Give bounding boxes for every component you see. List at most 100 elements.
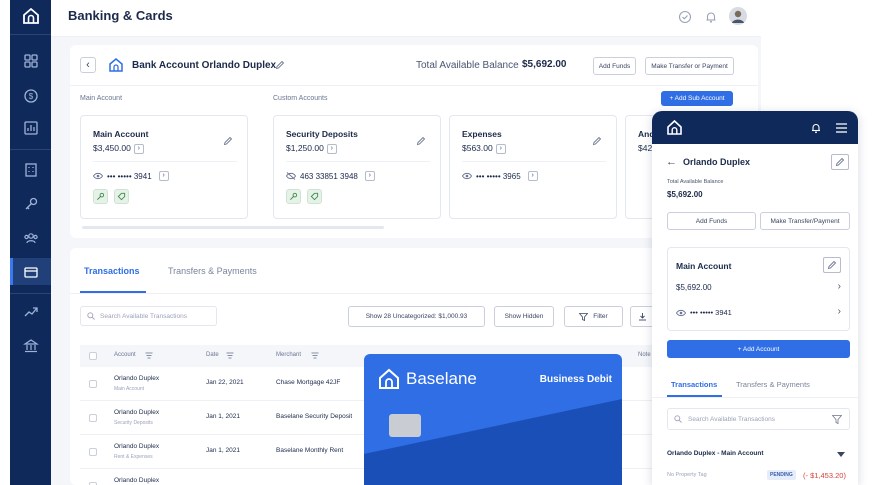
chevron-right-icon[interactable]: › — [838, 281, 841, 292]
caret-down-icon[interactable] — [837, 452, 845, 457]
edit-pencil-icon[interactable] — [592, 136, 602, 146]
edit-pencil-icon[interactable] — [223, 136, 233, 146]
chevron-right-icon[interactable]: › — [838, 306, 841, 317]
add-sub-account-button[interactable]: + Add Sub Account — [661, 91, 733, 106]
analytics-icon[interactable] — [23, 120, 39, 136]
card-type: Business Debit — [539, 374, 612, 385]
mobile-row-property-tag: No Property Tag — [667, 472, 707, 478]
make-transfer-button[interactable]: Make Transfer or Payment — [645, 57, 734, 75]
dashboard-icon[interactable] — [23, 53, 39, 69]
column-header-account[interactable]: Account — [114, 352, 136, 358]
total-balance-value: $5,692.00 — [522, 59, 567, 70]
column-header-notes[interactable]: Note — [638, 352, 651, 358]
chevron-right-icon[interactable]: › — [364, 171, 375, 181]
mobile-tab-transactions[interactable]: Transactions — [671, 380, 717, 389]
account-card-main[interactable]: Main Account $3,450.00 › ••• ••••• 3941 › — [80, 115, 248, 219]
menu-icon[interactable] — [836, 123, 847, 133]
eye-icon[interactable] — [676, 309, 686, 317]
mobile-tab-transfers-payments[interactable]: Transfers & Payments — [736, 380, 810, 389]
baselane-logo-icon[interactable] — [21, 6, 41, 26]
divider — [70, 85, 758, 86]
sort-icon[interactable] — [226, 352, 234, 359]
row-checkbox[interactable] — [89, 414, 97, 422]
account-card-expenses[interactable]: Expenses $563.00 › ••• ••••• 3965 › — [449, 115, 617, 219]
eye-off-icon[interactable] — [286, 172, 296, 180]
row-sub-account: Rent & Expenses — [114, 454, 153, 460]
column-header-merchant[interactable]: Merchant — [276, 352, 301, 358]
account-balance: $42 — [638, 143, 653, 153]
eye-icon[interactable] — [462, 172, 472, 180]
back-arrow-icon[interactable]: ← — [666, 156, 677, 168]
row-account: Orlando Duplex — [114, 443, 160, 450]
bell-icon[interactable] — [704, 10, 718, 24]
chevron-right-icon[interactable]: › — [326, 143, 337, 154]
account-name: Main Account — [676, 261, 732, 271]
top-bar: Banking & Cards — [51, 0, 761, 37]
tab-transactions[interactable]: Transactions — [84, 266, 140, 276]
key-icon[interactable] — [23, 196, 39, 212]
mobile-top-bar — [652, 111, 858, 144]
row-checkbox[interactable] — [89, 380, 97, 388]
add-funds-button[interactable]: Add Funds — [593, 57, 636, 75]
mobile-page-title: Orlando Duplex — [683, 157, 751, 167]
card-logo: Baselane — [378, 368, 477, 390]
page-title: Banking & Cards — [68, 8, 173, 23]
account-card-security-deposits[interactable]: Security Deposits $1,250.00 › 463 33851 3… — [273, 115, 441, 219]
row-merchant: Chase Mortgage 42JF — [276, 379, 341, 386]
edit-pencil-icon[interactable] — [275, 60, 285, 70]
sidebar-divider — [10, 34, 51, 35]
show-uncategorized-button[interactable]: Show 28 Uncategorized: $1,000.93 — [348, 306, 485, 327]
show-hidden-button[interactable]: Show Hidden — [494, 306, 554, 327]
edit-pencil-icon[interactable] — [416, 136, 426, 146]
mobile-edit-button[interactable] — [831, 154, 849, 170]
avatar[interactable] — [729, 7, 747, 25]
row-account: Orlando Duplex — [114, 477, 160, 484]
tag-icon[interactable] — [307, 189, 322, 204]
card-icon[interactable] — [23, 264, 39, 280]
bell-icon[interactable] — [810, 122, 822, 134]
eye-icon[interactable] — [93, 172, 103, 180]
dollar-cycle-icon[interactable]: $ — [23, 88, 39, 104]
sort-icon[interactable] — [145, 352, 153, 359]
search-input[interactable]: Search Available Transactions — [80, 306, 217, 326]
tenants-icon[interactable] — [23, 230, 39, 246]
trend-icon[interactable] — [23, 304, 39, 320]
row-sub-account: Main Account — [114, 386, 145, 392]
key-icon[interactable] — [286, 189, 301, 204]
baselane-logo-icon[interactable] — [666, 119, 683, 136]
mobile-search-input[interactable]: Search Available Transactions — [667, 408, 850, 430]
mobile-preview: ← Orlando Duplex Total Available Balance… — [652, 111, 858, 485]
mobile-account-card[interactable]: Main Account $5,692.00 › ••• ••••• 3941 … — [667, 247, 850, 331]
mobile-add-funds-button[interactable]: Add Funds — [667, 212, 756, 230]
chevron-right-icon[interactable]: › — [158, 171, 169, 181]
search-icon — [87, 312, 95, 320]
row-date: Jan 22, 2021 — [206, 379, 244, 386]
filter-button[interactable]: Filter — [564, 306, 623, 327]
mobile-add-account-button[interactable]: + Add Account — [667, 340, 850, 358]
building-icon[interactable] — [23, 162, 39, 178]
tab-transfers-payments[interactable]: Transfers & Payments — [168, 266, 257, 276]
back-button[interactable]: ‹ — [80, 57, 96, 73]
column-header-date[interactable]: Date — [206, 352, 219, 358]
key-icon[interactable] — [93, 189, 108, 204]
row-checkbox[interactable] — [89, 448, 97, 456]
select-all-checkbox[interactable] — [89, 352, 97, 360]
download-button[interactable] — [630, 306, 654, 327]
horizontal-scrollbar[interactable] — [82, 226, 384, 229]
edit-button[interactable] — [823, 257, 841, 273]
chevron-right-icon[interactable]: › — [527, 171, 538, 181]
chevron-right-icon[interactable]: › — [495, 143, 506, 154]
search-icon — [674, 415, 682, 423]
sort-icon[interactable] — [311, 352, 319, 359]
svg-text:$: $ — [29, 92, 34, 101]
mobile-make-transfer-button[interactable]: Make Transfer/Payment — [760, 212, 850, 230]
account-actions — [93, 189, 129, 204]
check-circle-icon[interactable] — [678, 10, 692, 24]
tag-icon[interactable] — [114, 189, 129, 204]
mobile-balance-label: Total Available Balance — [667, 179, 724, 185]
bank-icon[interactable] — [23, 338, 39, 354]
row-merchant: Baselane Security Deposit — [276, 413, 353, 420]
chevron-right-icon[interactable]: › — [133, 143, 144, 154]
account-actions — [286, 189, 322, 204]
filter-icon[interactable] — [832, 415, 842, 424]
